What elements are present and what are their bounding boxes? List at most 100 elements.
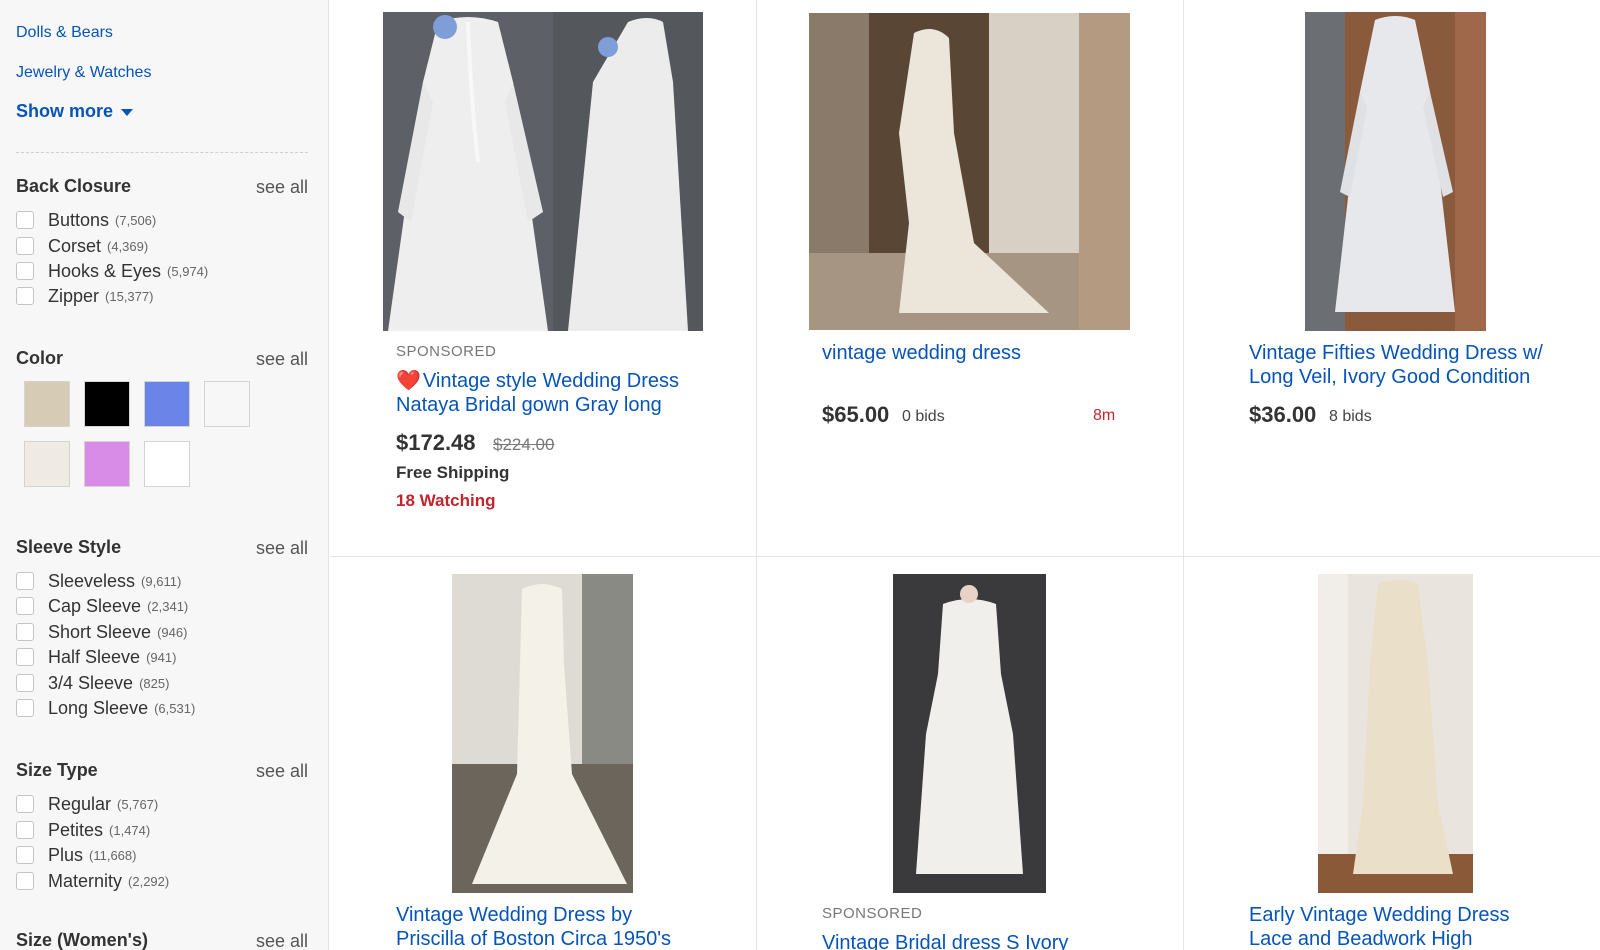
item-title-link[interactable]: Early Vintage Wedding Dress Lace and Bea… — [1249, 903, 1589, 950]
filter-sidebar: Dolls & Bears Jewelry & Watches Show mor… — [0, 0, 329, 950]
checkbox[interactable] — [16, 795, 34, 813]
option-label: Hooks & Eyes — [48, 260, 162, 281]
bid-count: 8 bids — [1329, 408, 1372, 425]
checkbox[interactable] — [16, 699, 34, 717]
filter-option-cap-sleeve[interactable]: Cap Sleeve (2,341) — [16, 595, 188, 617]
option-count: (1,474) — [109, 822, 151, 838]
see-all-link[interactable]: see all — [256, 538, 308, 559]
option-label: Buttons — [48, 209, 110, 230]
filter-option-long-sleeve[interactable]: Long Sleeve (6,531) — [16, 697, 195, 719]
filter-option-half-sleeve[interactable]: Half Sleeve (941) — [16, 646, 176, 668]
bid-count: 0 bids — [902, 408, 945, 425]
item-title-link[interactable]: Vintage Bridal dress S Ivory — [822, 931, 1162, 950]
checkbox[interactable] — [16, 237, 34, 255]
item-image[interactable] — [383, 12, 703, 331]
facet-title: Sleeve Style — [16, 537, 122, 557]
checkbox[interactable] — [16, 821, 34, 839]
filter-option-maternity[interactable]: Maternity (2,292) — [16, 870, 169, 892]
option-label: Petites — [48, 819, 104, 840]
show-more-button[interactable]: Show more — [16, 101, 134, 122]
item-title-link[interactable]: ❤️ Vintage style Wedding Dress Nataya Bri… — [396, 369, 736, 417]
checkbox[interactable] — [16, 287, 34, 305]
option-count: (825) — [139, 675, 170, 691]
item-title-line: Vintage Fifties Wedding Dress w/ — [1249, 342, 1543, 364]
item-title-line: Nataya Bridal gown Gray long — [396, 394, 662, 416]
see-all-link[interactable]: see all — [256, 761, 308, 782]
heart-icon: ❤️ — [396, 370, 421, 392]
filter-option-short-sleeve[interactable]: Short Sleeve (946) — [16, 621, 187, 643]
filter-option-zipper[interactable]: Zipper (15,377) — [16, 285, 153, 307]
item-image[interactable] — [893, 574, 1046, 893]
checkbox[interactable] — [16, 648, 34, 666]
option-label: 3/4 Sleeve — [48, 672, 134, 693]
item-image[interactable] — [452, 574, 633, 893]
option-count: (2,341) — [147, 598, 189, 614]
facet-header-back-closure: Back Closure see all — [16, 176, 308, 200]
item-original-price: $224.00 — [493, 435, 555, 454]
item-title-line: Vintage style Wedding Dress — [422, 370, 679, 392]
sponsored-label: SPONSORED — [822, 905, 923, 922]
option-count: (4,369) — [107, 238, 149, 254]
filter-option-petites[interactable]: Petites (1,474) — [16, 819, 150, 841]
item-title-line: Lace and Beadwork High — [1249, 928, 1473, 950]
checkbox[interactable] — [16, 572, 34, 590]
option-count: (7,506) — [115, 212, 157, 228]
caret-down-icon — [121, 109, 134, 116]
facet-header-sleeve-style: Sleeve Style see all — [16, 537, 308, 561]
color-swatch-beige[interactable] — [24, 381, 70, 427]
color-swatch-purple[interactable] — [84, 441, 130, 487]
grid-divider — [330, 556, 1600, 557]
option-label: Plus — [48, 844, 84, 865]
option-label: Zipper — [48, 285, 100, 306]
option-count: (5,767) — [117, 796, 159, 812]
checkbox[interactable] — [16, 623, 34, 641]
color-swatch-blue[interactable] — [144, 381, 190, 427]
filter-option-buttons[interactable]: Buttons (7,506) — [16, 209, 156, 231]
see-all-link[interactable]: see all — [256, 349, 308, 370]
option-label: Corset — [48, 235, 102, 256]
option-count: (6,531) — [154, 700, 196, 716]
option-count: (15,377) — [105, 288, 154, 304]
checkbox[interactable] — [16, 262, 34, 280]
see-all-link[interactable]: see all — [256, 931, 308, 950]
filter-option-hooks-eyes[interactable]: Hooks & Eyes (5,974) — [16, 260, 208, 282]
checkbox[interactable] — [16, 597, 34, 615]
option-label: Short Sleeve — [48, 621, 152, 642]
filter-option-corset[interactable]: Corset (4,369) — [16, 235, 148, 257]
facet-header-color: Color see all — [16, 348, 308, 372]
item-title-link[interactable]: vintage wedding dress — [822, 341, 1162, 365]
color-swatch-black[interactable] — [84, 381, 130, 427]
filter-option-three-quarter-sleeve[interactable]: 3/4 Sleeve (825) — [16, 672, 169, 694]
checkbox[interactable] — [16, 211, 34, 229]
item-title-link[interactable]: Vintage Wedding Dress by Priscilla of Bo… — [396, 903, 736, 950]
color-swatch-clear[interactable] — [204, 381, 250, 427]
item-image[interactable] — [809, 13, 1130, 330]
facet-header-size-womens: Size (Women's) see all — [16, 930, 308, 950]
item-title-link[interactable]: Vintage Fifties Wedding Dress w/ Long Ve… — [1249, 341, 1589, 389]
item-title-line: Vintage Bridal dress S Ivory — [822, 932, 1069, 950]
filter-option-regular[interactable]: Regular (5,767) — [16, 793, 158, 815]
option-count: (946) — [157, 624, 188, 640]
facet-title: Back Closure — [16, 176, 132, 196]
item-image[interactable] — [1318, 574, 1473, 893]
color-swatch-white[interactable] — [144, 441, 190, 487]
item-image[interactable] — [1305, 12, 1486, 331]
filter-option-plus[interactable]: Plus (11,668) — [16, 844, 136, 866]
facet-header-size-type: Size Type see all — [16, 760, 308, 784]
see-all-link[interactable]: see all — [256, 177, 308, 198]
option-count: (941) — [146, 649, 177, 665]
checkbox[interactable] — [16, 846, 34, 864]
shipping-info: Free Shipping — [396, 463, 510, 482]
show-more-label: Show more — [16, 101, 114, 121]
item-title-line: Early Vintage Wedding Dress — [1249, 904, 1510, 926]
facet-title: Size (Women's) — [16, 930, 148, 950]
category-link-dolls-bears[interactable]: Dolls & Bears — [16, 24, 113, 42]
checkbox[interactable] — [16, 674, 34, 692]
option-label: Cap Sleeve — [48, 595, 142, 616]
category-link-jewelry-watches[interactable]: Jewelry & Watches — [16, 64, 151, 82]
filter-option-sleeveless[interactable]: Sleeveless (9,611) — [16, 570, 181, 592]
color-swatch-ivory[interactable] — [24, 441, 70, 487]
item-title-line: Long Veil, Ivory Good Condition — [1249, 366, 1531, 388]
checkbox[interactable] — [16, 872, 34, 890]
time-left: 8m — [1093, 407, 1116, 424]
